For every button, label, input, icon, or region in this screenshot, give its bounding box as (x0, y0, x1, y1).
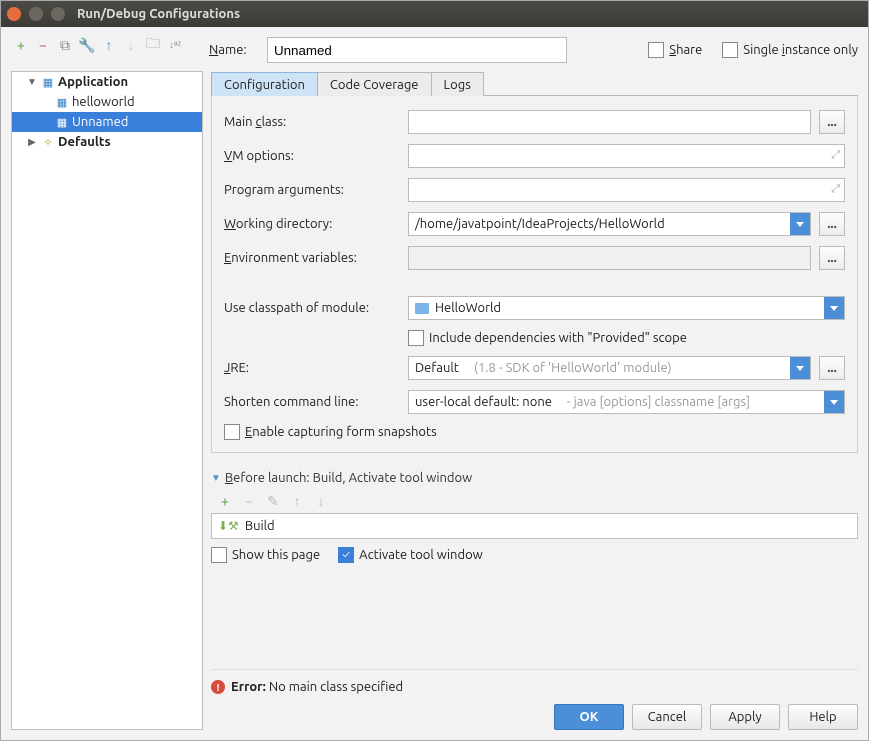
help-button[interactable]: Help (788, 704, 858, 730)
move-up-icon[interactable]: ↑ (289, 493, 305, 509)
configuration-form: Main class: ... VM options: ⤢ (211, 96, 858, 453)
maximize-icon[interactable] (51, 7, 65, 21)
share-checkbox[interactable]: Share (648, 42, 702, 58)
program-args-label: Program arguments: (224, 183, 400, 197)
shorten-label: Shorten command line: (224, 395, 400, 409)
classpath-dropdown[interactable]: HelloWorld (408, 296, 845, 320)
tab-configuration[interactable]: Configuration (211, 72, 318, 96)
name-label: Name: (209, 43, 255, 57)
build-icon: ⬇⚒ (218, 519, 239, 533)
chevron-down-icon[interactable] (790, 357, 810, 379)
working-dir-browse-button[interactable]: ... (819, 212, 845, 236)
run-debug-config-window: Run/Debug Configurations + − ⧉ 🔧 ↑ ↓ 🗀 ↓… (0, 0, 869, 741)
tree-item-helloworld[interactable]: ▦helloworld (12, 92, 202, 112)
close-icon[interactable] (7, 7, 21, 21)
chevron-down-icon[interactable] (824, 391, 844, 413)
jre-browse-button[interactable]: ... (819, 356, 845, 380)
before-launch-list[interactable]: ⬇⚒ Build (211, 513, 858, 539)
config-list-toolbar: + − ⧉ 🔧 ↑ ↓ 🗀 ↓ᵃᶻ (11, 35, 203, 59)
copy-icon[interactable]: ⧉ (57, 37, 73, 53)
classpath-label: Use classpath of module: (224, 301, 400, 315)
edit-icon[interactable]: ✎ (265, 493, 281, 509)
jre-dropdown[interactable]: Default (1.8 - SDK of 'HelloWorld' modul… (408, 356, 811, 380)
wrench-icon[interactable]: 🔧 (79, 37, 95, 53)
before-launch-toolbar: + − ✎ ↑ ↓ (211, 489, 858, 513)
working-dir-label: Working directory: (224, 217, 400, 231)
activate-tool-window-checkbox[interactable]: ✓Activate tool window (338, 547, 483, 563)
window-title: Run/Debug Configurations (77, 7, 240, 21)
tree-item-unnamed[interactable]: ▦Unnamed (12, 112, 202, 132)
module-icon (415, 303, 429, 314)
move-down-icon[interactable]: ↓ (123, 37, 139, 53)
remove-icon[interactable]: − (35, 37, 51, 53)
chevron-down-icon[interactable] (824, 297, 844, 319)
main-class-browse-button[interactable]: ... (819, 110, 845, 134)
sort-icon[interactable]: ↓ᵃᶻ (167, 37, 183, 53)
main-class-input[interactable] (408, 110, 811, 134)
tree-node-defaults[interactable]: ▶✧ Defaults (12, 132, 202, 152)
apply-button[interactable]: Apply (710, 704, 780, 730)
folder-icon[interactable]: 🗀 (145, 37, 161, 53)
move-up-icon[interactable]: ↑ (101, 37, 117, 53)
error-icon: ! (211, 680, 225, 694)
enable-capture-checkbox[interactable]: Enable capturing form snapshots (224, 424, 437, 440)
working-dir-field[interactable]: /home/javatpoint/IdeaProjects/HelloWorld (408, 212, 811, 236)
before-launch-section: ▼ Before launch: Build, Activate tool wi… (211, 471, 858, 563)
single-instance-checkbox[interactable]: Single instance only (722, 42, 858, 58)
remove-icon[interactable]: − (241, 493, 257, 509)
expand-icon[interactable]: ⤢ (831, 183, 840, 196)
tab-logs[interactable]: Logs (431, 72, 484, 96)
env-vars-browse-button[interactable]: ... (819, 246, 845, 270)
env-vars-input[interactable] (408, 246, 811, 270)
dialog-buttons: OK Cancel Apply Help (211, 694, 858, 730)
minimize-icon[interactable] (29, 7, 43, 21)
before-launch-header[interactable]: ▼ Before launch: Build, Activate tool wi… (211, 471, 858, 489)
tree-node-application[interactable]: ▼▦ Application (12, 72, 202, 92)
program-args-input[interactable]: ⤢ (408, 178, 845, 202)
content-area: + − ⧉ 🔧 ↑ ↓ 🗀 ↓ᵃᶻ Name: Share Si (1, 27, 868, 740)
add-icon[interactable]: + (217, 493, 233, 509)
ok-button[interactable]: OK (554, 704, 624, 730)
vm-options-input[interactable]: ⤢ (408, 144, 845, 168)
shorten-dropdown[interactable]: user-local default: none - java [options… (408, 390, 845, 414)
name-input[interactable] (267, 37, 567, 63)
caret-down-icon: ▼ (211, 472, 221, 484)
show-this-page-checkbox[interactable]: Show this page (211, 547, 320, 563)
titlebar: Run/Debug Configurations (1, 1, 868, 27)
config-detail-pane: Configuration Code Coverage Logs Main cl… (211, 71, 858, 730)
tab-bar: Configuration Code Coverage Logs (211, 71, 858, 96)
tab-code-coverage[interactable]: Code Coverage (317, 72, 432, 96)
config-tree[interactable]: ▼▦ Application ▦helloworld ▦Unnamed ▶✧ D… (11, 71, 203, 730)
move-down-icon[interactable]: ↓ (313, 493, 329, 509)
include-provided-checkbox[interactable]: Include dependencies with "Provided" sco… (408, 330, 687, 346)
before-launch-item-label: Build (245, 519, 275, 533)
jre-label: JRE: (224, 361, 400, 375)
env-vars-label: Environment variables: (224, 251, 400, 265)
expand-icon[interactable]: ⤢ (831, 149, 840, 162)
chevron-down-icon[interactable] (790, 213, 810, 235)
main-class-label: Main class: (224, 115, 400, 129)
vm-options-label: VM options: (224, 149, 400, 163)
add-icon[interactable]: + (13, 37, 29, 53)
cancel-button[interactable]: Cancel (632, 704, 702, 730)
error-bar: ! Error: No main class specified (211, 669, 858, 694)
